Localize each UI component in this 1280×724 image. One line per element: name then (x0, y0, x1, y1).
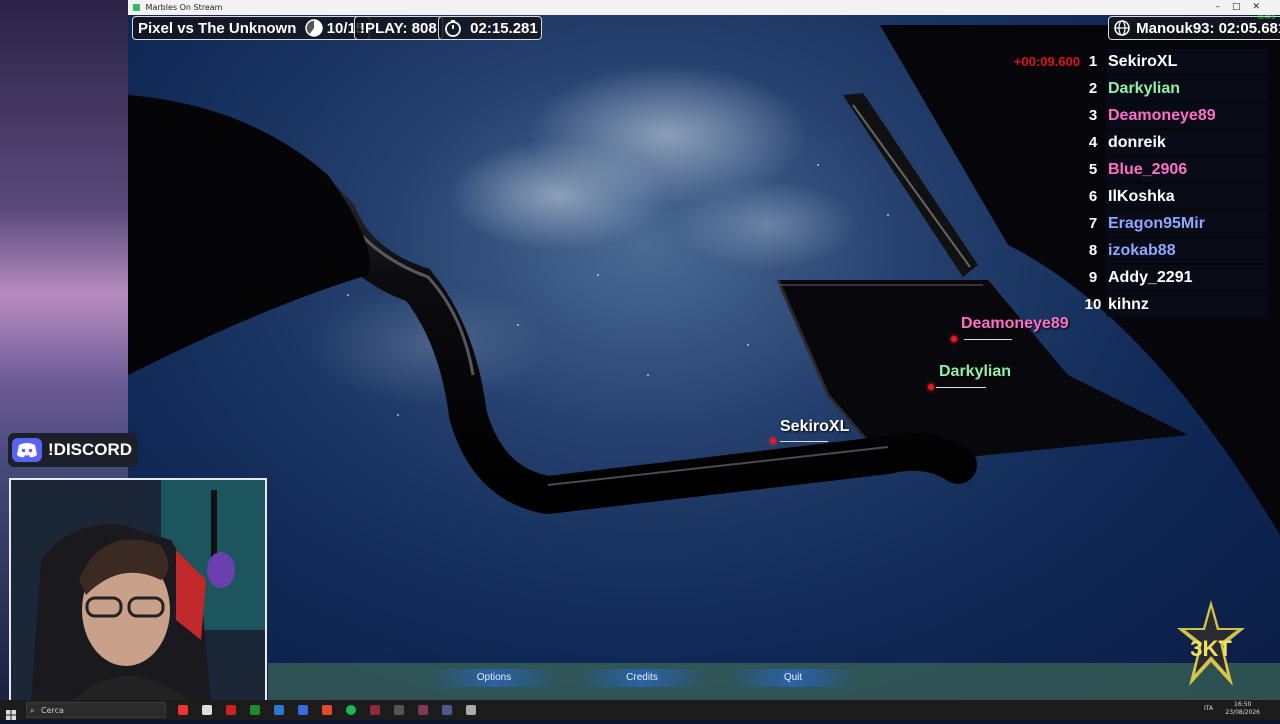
timer-panel: 02:15.281 (438, 16, 542, 40)
app-icon (133, 4, 140, 11)
credits-button[interactable]: Credits (577, 669, 707, 687)
start-button[interactable] (6, 705, 16, 720)
taskbar-app-icon[interactable] (226, 705, 236, 715)
player-name: Addy_2291 (1106, 265, 1268, 290)
webcam-feed (9, 478, 267, 704)
play-command-panel: !PLAY: 808 (354, 16, 443, 40)
marble-label: Darkylian (939, 363, 1012, 380)
taskbar-search[interactable]: ⌕ Cerca (26, 702, 166, 718)
window-title: Marbles On Stream (145, 3, 223, 12)
taskbar-app-icon[interactable] (274, 705, 284, 715)
leaderboard-row: 5 Blue_2906 (1000, 156, 1268, 183)
player-name: Darkylian (1106, 76, 1268, 101)
discord-badge: !DISCORD (8, 433, 139, 467)
world-record: Manouk93: 02:05.681 (1136, 20, 1280, 37)
game-window[interactable]: Marbles On Stream –□✕ Pixel vs The Unkno… (128, 0, 1280, 700)
rank-number: 6 (1088, 188, 1098, 205)
system-clock[interactable]: 16:50 23/08/2026 (1225, 701, 1260, 717)
marble (770, 438, 776, 444)
taskbar-app-icon[interactable] (346, 705, 356, 715)
clock-date: 23/08/2026 (1225, 709, 1260, 716)
leaderboard: +00:09.600 1 SekiroXL 2 Darkylian 3 Deamoneye8… (1000, 48, 1268, 318)
cloud (448, 140, 668, 250)
leaderboard-row: +00:09.600 1 SekiroXL (1000, 48, 1268, 75)
player-name: kihnz (1106, 292, 1268, 317)
record-panel: Manouk93: 02:05.681 (1108, 16, 1280, 40)
player-name: donreik (1106, 130, 1268, 155)
fps-counter: 60 FPS (1258, 15, 1275, 21)
rank-number: 1 (1088, 53, 1098, 70)
cloud (678, 180, 858, 270)
rank-number: 8 (1088, 242, 1098, 259)
rank-number: 7 (1088, 215, 1098, 232)
marble-label-line (780, 441, 828, 442)
taskbar-app-icon[interactable] (466, 705, 476, 715)
stopwatch-icon (445, 19, 461, 37)
player-name: Eragon95Mir (1106, 211, 1268, 236)
rank-number: 9 (1088, 269, 1098, 286)
leaderboard-row: 4 donreik (1000, 129, 1268, 156)
taskbar-app-icon[interactable] (298, 705, 308, 715)
taskbar-app-icon[interactable] (202, 705, 212, 715)
svg-text:3KT: 3KT (1190, 636, 1232, 661)
taskbar-app-icon[interactable] (418, 705, 428, 715)
round-progress-icon (304, 18, 323, 37)
windows-icon (6, 710, 16, 720)
map-name-panel: Pixel vs The Unknown 10/15 (132, 16, 371, 40)
taskbar-app-icon[interactable] (250, 705, 260, 715)
marble-label-line (964, 339, 1012, 340)
rank-number: 3 (1088, 107, 1098, 124)
search-icon: ⌕ (30, 706, 35, 715)
window-controls[interactable]: –□✕ (1215, 0, 1272, 15)
leaderboard-row: 8 izokab88 (1000, 237, 1268, 264)
language-indicator[interactable]: ITA (1204, 705, 1213, 712)
rank-number: 5 (1088, 161, 1098, 178)
leaderboard-row: 7 Eragon95Mir (1000, 210, 1268, 237)
window-titlebar[interactable]: Marbles On Stream –□✕ (128, 0, 1280, 15)
race-timer: 02:15.281 (470, 20, 538, 37)
marble (951, 336, 957, 342)
marble-label: SekiroXL (780, 418, 850, 435)
discord-icon (12, 438, 42, 462)
clock-time: 16:50 (1234, 701, 1252, 708)
taskbar-app-icon[interactable] (322, 705, 332, 715)
rank-number: 2 (1088, 80, 1098, 97)
marble-label-line (936, 387, 986, 388)
player-name: IlKoshka (1106, 184, 1268, 209)
options-button[interactable]: Options (429, 669, 559, 687)
time-gap: +00:09.600 (1013, 54, 1080, 69)
search-placeholder: Cerca (41, 706, 64, 715)
map-name: Pixel vs The Unknown (138, 20, 297, 37)
play-command: !PLAY: 808 (360, 20, 437, 37)
globe-icon (1114, 19, 1130, 36)
taskbar-app-icon[interactable] (442, 705, 452, 715)
taskbar-app-icon[interactable] (394, 705, 404, 715)
rank-number: 10 (1084, 296, 1102, 313)
rank-number: 4 (1088, 134, 1098, 151)
player-name: izokab88 (1106, 238, 1268, 263)
leaderboard-row: 6 IlKoshka (1000, 183, 1268, 210)
marble (928, 384, 934, 390)
windows-taskbar: ⌕ Cerca ITA 16:50 23/08/2026 (0, 700, 1280, 720)
channel-logo: 3KT (1177, 600, 1245, 686)
quit-button[interactable]: Quit (728, 669, 858, 687)
discord-command: !DISCORD (48, 440, 133, 459)
marble-label: Deamoneye89 (961, 315, 1069, 332)
player-name: Blue_2906 (1106, 157, 1268, 182)
player-name: Deamoneye89 (1106, 103, 1268, 128)
player-name: SekiroXL (1106, 49, 1268, 74)
leaderboard-row: 2 Darkylian (1000, 75, 1268, 102)
taskbar-app-icon[interactable] (370, 705, 380, 715)
leaderboard-row: 9 Addy_2291 (1000, 264, 1268, 291)
taskbar-app-icon[interactable] (178, 705, 188, 715)
streamer-image (11, 480, 265, 702)
leaderboard-row: 10 kihnz (1000, 291, 1268, 318)
leaderboard-row: 3 Deamoneye89 (1000, 102, 1268, 129)
